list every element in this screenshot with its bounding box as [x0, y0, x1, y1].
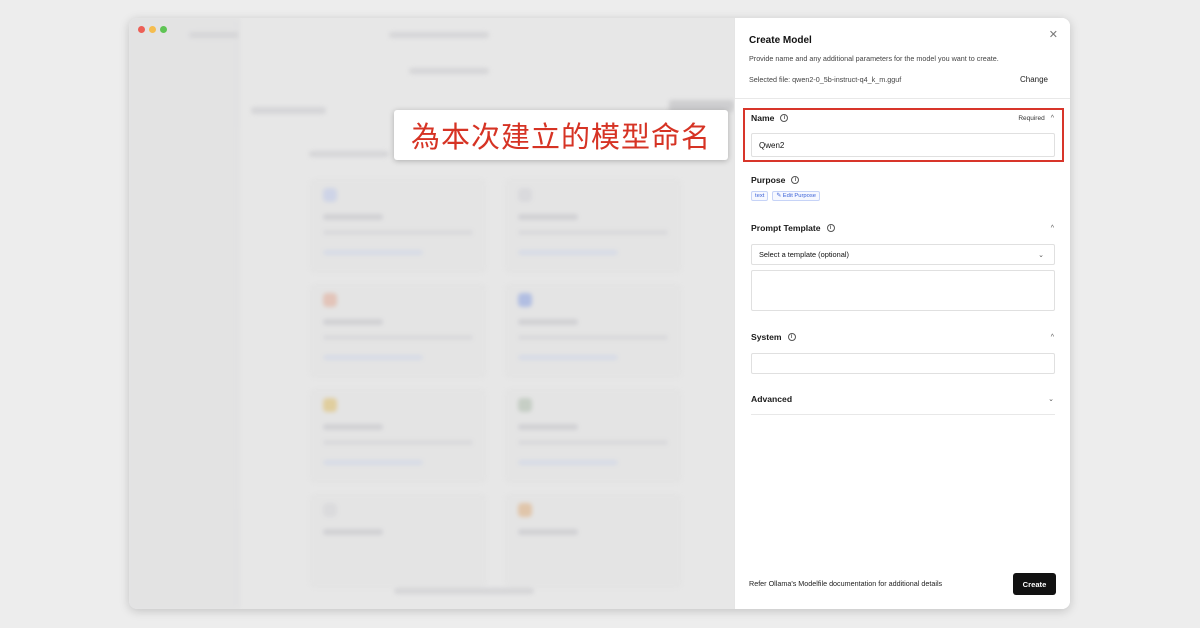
- advanced-section-header[interactable]: Advanced ⌄: [751, 393, 1054, 405]
- prompt-template-header[interactable]: Prompt Template i ^: [751, 222, 1054, 234]
- purpose-tags: text ✎ Edit Purpose: [751, 191, 821, 201]
- info-icon[interactable]: i: [780, 114, 789, 122]
- system-label: System: [751, 332, 782, 342]
- close-window-button[interactable]: [138, 26, 145, 33]
- chevron-up-icon[interactable]: ^: [1051, 115, 1054, 122]
- name-label: Name: [751, 113, 775, 123]
- chevron-down-icon: ⌄: [1038, 251, 1044, 259]
- purpose-tag-text: text: [751, 191, 769, 201]
- edit-purpose-button[interactable]: ✎ Edit Purpose: [772, 191, 821, 201]
- create-button[interactable]: Create: [1013, 573, 1056, 595]
- close-icon[interactable]: ✕: [1049, 28, 1058, 41]
- purpose-label: Purpose: [751, 175, 786, 185]
- purpose-section-header: Purpose i: [751, 174, 1054, 186]
- info-icon[interactable]: i: [826, 224, 835, 232]
- annotation-callout: 為本次建立的模型命名: [394, 110, 728, 160]
- chevron-up-icon[interactable]: ^: [1051, 334, 1054, 341]
- chevron-down-icon[interactable]: ⌄: [1048, 395, 1054, 403]
- divider: [735, 98, 1070, 99]
- name-input[interactable]: Qwen2: [751, 133, 1055, 157]
- info-icon[interactable]: i: [791, 176, 800, 184]
- system-section-header[interactable]: System i ^: [751, 331, 1054, 343]
- maximize-window-button[interactable]: [160, 26, 167, 33]
- info-icon[interactable]: i: [787, 333, 796, 341]
- app-window: ✕ Create Model Provide name and any addi…: [129, 18, 1070, 609]
- window-controls: [138, 26, 167, 33]
- system-input[interactable]: [751, 353, 1055, 374]
- panel-title: Create Model: [749, 35, 812, 46]
- modal-overlay[interactable]: [129, 18, 734, 609]
- template-textarea[interactable]: [751, 270, 1055, 311]
- template-select-value: Select a template (optional): [759, 250, 849, 259]
- selected-file-text: Selected file: qwen2-0_5b-instruct-q4_k_…: [749, 75, 902, 84]
- advanced-label: Advanced: [751, 394, 793, 404]
- name-section-header[interactable]: Name i Required ^: [751, 112, 1054, 124]
- prompt-template-label: Prompt Template: [751, 223, 821, 233]
- template-select[interactable]: Select a template (optional) ⌄: [751, 244, 1055, 265]
- panel-description: Provide name and any additional paramete…: [749, 54, 999, 63]
- change-file-button[interactable]: Change: [1020, 75, 1048, 84]
- chevron-up-icon[interactable]: ^: [1051, 225, 1054, 232]
- annotation-text: 為本次建立的模型命名: [410, 120, 711, 154]
- divider: [751, 414, 1055, 415]
- modelfile-docs-note: Refer Ollama's Modelfile documentation f…: [749, 579, 943, 588]
- minimize-window-button[interactable]: [149, 26, 156, 33]
- required-label: Required: [1018, 114, 1045, 122]
- create-model-panel: ✕ Create Model Provide name and any addi…: [734, 18, 1070, 609]
